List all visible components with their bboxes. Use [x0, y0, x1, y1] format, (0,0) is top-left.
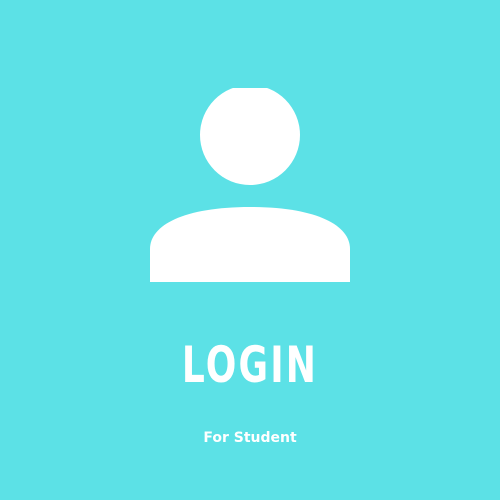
user-icon [150, 88, 350, 282]
user-icon-head [200, 88, 300, 185]
login-title: LOGIN [181, 336, 319, 394]
login-subtitle: For Student [203, 430, 297, 446]
login-card: LOGIN For Student [0, 0, 500, 500]
user-icon-body [150, 207, 350, 282]
